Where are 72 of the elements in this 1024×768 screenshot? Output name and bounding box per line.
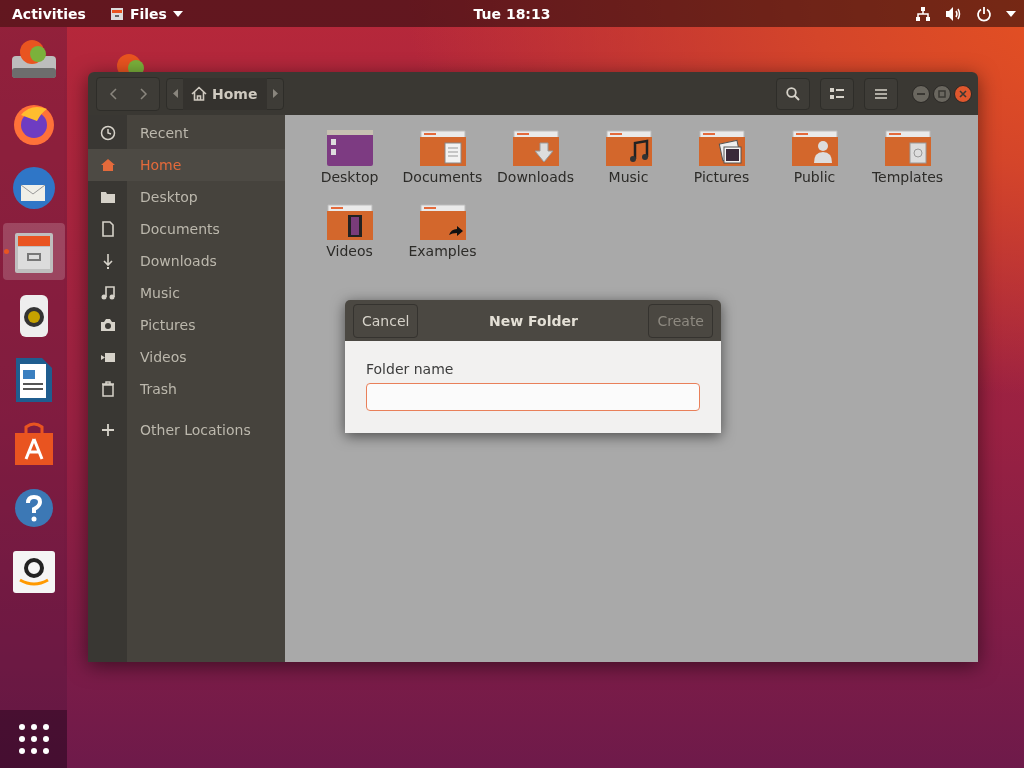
home-icon: [191, 86, 207, 101]
mail-icon[interactable]: [10, 164, 57, 211]
desktop-folder-icon: [325, 129, 374, 167]
downloads-folder-icon: [511, 129, 560, 167]
close-icon: [959, 89, 967, 98]
file-label[interactable]: Videos: [326, 243, 373, 259]
list-view-icon: [830, 87, 844, 100]
sidebar-item[interactable]: Other Locations: [88, 414, 285, 446]
file-cabinet-icon: [109, 6, 124, 21]
forward-icon: [139, 87, 148, 100]
sidebar-item[interactable]: Trash: [88, 373, 285, 405]
maximize-button[interactable]: [933, 84, 951, 103]
running-dot: [3, 249, 9, 254]
caret-icon[interactable]: [1006, 10, 1016, 17]
sidebar-item[interactable]: Pictures: [88, 309, 285, 341]
menu-icon: [875, 88, 887, 99]
folder-name-field[interactable]: [366, 383, 700, 411]
cancel-button[interactable]: Cancel: [353, 303, 419, 338]
documents-folder-icon: [418, 129, 467, 167]
videos-folder-icon: [325, 203, 374, 241]
trash-icon: [99, 381, 116, 397]
help-icon[interactable]: [12, 486, 55, 529]
maximize-icon: [938, 89, 946, 98]
camera-icon: [99, 317, 116, 333]
home-icon: [99, 157, 116, 173]
document-icon: [99, 221, 116, 237]
file-label[interactable]: Public: [793, 169, 836, 185]
path-button[interactable]: Home: [183, 77, 268, 110]
dialog-title: New Folder: [488, 312, 579, 329]
examples-folder-icon: [418, 203, 467, 241]
sidebar-item[interactable]: Videos: [88, 341, 285, 373]
minimize-button[interactable]: [912, 84, 930, 103]
app-grid-icon[interactable]: [17, 723, 50, 755]
pictures-folder-icon: [697, 129, 746, 167]
templates-folder-icon: [883, 129, 932, 167]
file-label[interactable]: Desktop: [320, 169, 379, 185]
scroll-left-icon[interactable]: [172, 89, 178, 98]
back-icon: [108, 87, 117, 100]
file-label[interactable]: Documents: [402, 169, 483, 185]
file-label[interactable]: Templates: [871, 169, 944, 185]
search-icon: [786, 86, 800, 101]
field-label: Folder name: [366, 361, 455, 377]
network-icon[interactable]: [915, 5, 931, 22]
file-label[interactable]: Examples: [408, 243, 477, 259]
scroll-right-icon[interactable]: [272, 89, 278, 98]
view-button[interactable]: [820, 77, 854, 110]
sidebar-item[interactable]: Downloads: [88, 245, 285, 277]
clock-icon: [99, 125, 116, 141]
music-icon: [99, 285, 116, 301]
power-icon[interactable]: [976, 5, 992, 22]
file-label[interactable]: Music: [608, 169, 649, 185]
file-label[interactable]: Downloads: [497, 169, 574, 185]
document-icon[interactable]: [13, 355, 54, 404]
minimize-icon: [917, 92, 925, 95]
sidebar-item[interactable]: Documents: [88, 213, 285, 245]
sidebar-item[interactable]: Recent: [88, 117, 285, 149]
sidebar-item[interactable]: Music: [88, 277, 285, 309]
public-folder-icon: [790, 129, 839, 167]
clock[interactable]: Tue 18:13: [473, 5, 551, 22]
close-button[interactable]: [954, 84, 972, 103]
activities-button[interactable]: Activities: [12, 5, 86, 22]
plus-icon: [101, 424, 114, 436]
caret-icon: [172, 10, 183, 17]
volume-icon[interactable]: [945, 5, 962, 22]
menu-button[interactable]: [864, 77, 898, 110]
music-folder-icon: [604, 129, 653, 167]
app-menu[interactable]: Files: [109, 5, 183, 22]
sidebar-item[interactable]: Desktop: [88, 181, 285, 213]
shop-icon[interactable]: [11, 549, 56, 594]
search-button[interactable]: [776, 77, 810, 110]
folder-icon: [99, 189, 116, 205]
file-label[interactable]: Pictures: [693, 169, 750, 185]
